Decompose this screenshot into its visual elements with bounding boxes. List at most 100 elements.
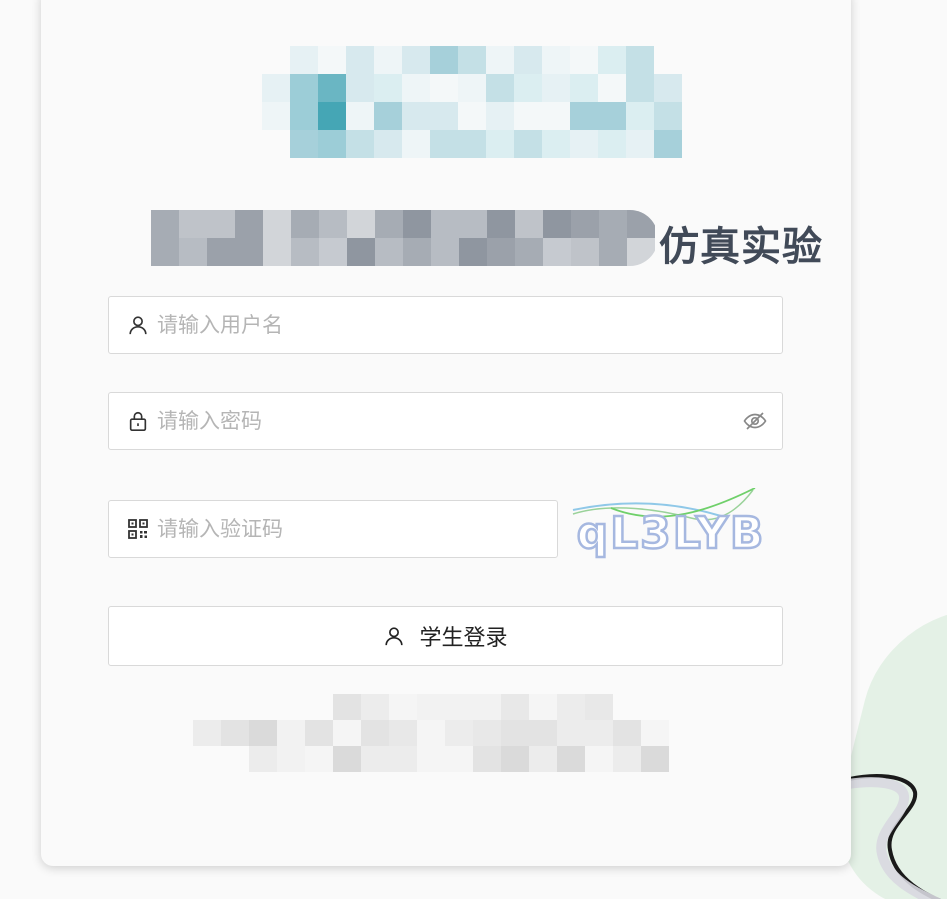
mosaic-cell <box>374 130 402 158</box>
mosaic-cell <box>290 130 318 158</box>
mosaic-cell <box>486 130 514 158</box>
mosaic-cell <box>346 102 374 130</box>
mosaic-cell <box>263 238 291 266</box>
mosaic-cell <box>318 46 346 74</box>
password-field <box>108 392 783 450</box>
mosaic-cell <box>235 210 263 238</box>
mosaic-cell <box>430 130 458 158</box>
captcha-input[interactable] <box>157 501 557 557</box>
captcha-field <box>108 500 558 558</box>
mosaic-cell <box>319 238 347 266</box>
mosaic-cell <box>389 694 417 720</box>
mosaic-cell <box>641 746 669 772</box>
mosaic-cell <box>626 102 654 130</box>
mosaic-cell <box>291 210 319 238</box>
mosaic-cell <box>487 238 515 266</box>
mosaic-cell <box>374 46 402 74</box>
mosaic-cell <box>626 74 654 102</box>
captcha-image[interactable]: qL3LYB <box>571 488 771 568</box>
mosaic-cell <box>221 694 249 720</box>
mosaic-cell <box>654 46 682 74</box>
mosaic-cell <box>333 694 361 720</box>
mosaic-cell <box>529 694 557 720</box>
mosaic-cell <box>501 694 529 720</box>
mosaic-cell <box>585 746 613 772</box>
mosaic-cell <box>262 74 290 102</box>
mosaic-cell <box>305 694 333 720</box>
mosaic-cell <box>613 746 641 772</box>
mosaic-cell <box>333 720 361 746</box>
eye-off-icon[interactable] <box>742 408 768 434</box>
mosaic-cell <box>486 74 514 102</box>
captcha-text: qL3LYB <box>577 508 766 559</box>
mosaic-cell <box>529 746 557 772</box>
user-icon <box>383 624 407 648</box>
mosaic-cell <box>346 46 374 74</box>
mosaic-cell <box>375 238 403 266</box>
mosaic-cell <box>361 720 389 746</box>
mosaic-cell <box>598 130 626 158</box>
mosaic-cell <box>305 720 333 746</box>
mosaic-cell <box>277 694 305 720</box>
mosaic-cell <box>346 74 374 102</box>
mosaic-cell <box>570 102 598 130</box>
mosaic-cell <box>277 746 305 772</box>
mosaic-cell <box>654 130 682 158</box>
mosaic-cell <box>290 74 318 102</box>
mosaic-cell <box>557 694 585 720</box>
mosaic-cell <box>570 74 598 102</box>
password-input[interactable] <box>157 393 742 449</box>
mosaic-cell <box>417 720 445 746</box>
mosaic-cell <box>459 210 487 238</box>
mosaic-cell <box>445 746 473 772</box>
mosaic-cell <box>374 74 402 102</box>
mosaic-cell <box>543 210 571 238</box>
mosaic-cell <box>514 46 542 74</box>
mosaic-cell <box>626 130 654 158</box>
mosaic-cell <box>417 694 445 720</box>
page-title: 仿真实验 <box>123 210 823 270</box>
mosaic-cell <box>403 210 431 238</box>
logo <box>262 46 682 158</box>
mosaic-cell <box>515 238 543 266</box>
mosaic-cell <box>542 130 570 158</box>
mosaic-cell <box>389 746 417 772</box>
username-field <box>108 296 783 354</box>
mosaic-cell <box>262 130 290 158</box>
lock-icon <box>127 410 149 432</box>
mosaic-cell <box>599 238 627 266</box>
mosaic-cell <box>585 694 613 720</box>
mosaic-cell <box>654 102 682 130</box>
mosaic-cell <box>613 694 641 720</box>
mosaic-cell <box>627 238 655 266</box>
mosaic-cell <box>249 720 277 746</box>
qr-code-icon <box>127 518 149 540</box>
mosaic-cell <box>486 46 514 74</box>
mosaic-cell <box>542 46 570 74</box>
mosaic-cell <box>374 102 402 130</box>
mosaic-cell <box>585 720 613 746</box>
mosaic-cell <box>346 130 374 158</box>
mosaic-cell <box>221 746 249 772</box>
mosaic-cell <box>207 238 235 266</box>
mosaic-cell <box>641 694 669 720</box>
mosaic-cell <box>458 74 486 102</box>
student-login-button[interactable]: 学生登录 <box>108 606 783 666</box>
mosaic-cell <box>417 746 445 772</box>
mosaic-cell <box>654 74 682 102</box>
mosaic-cell <box>514 74 542 102</box>
mosaic-cell <box>318 130 346 158</box>
mosaic-cell <box>193 694 221 720</box>
login-page: 仿真实验 请输入用户名 请输入验证码 qL3LYB 学生登录 <box>0 0 947 899</box>
mosaic-cell <box>598 102 626 130</box>
mosaic-cell <box>347 238 375 266</box>
footer-redacted <box>193 694 669 772</box>
mosaic-cell <box>249 694 277 720</box>
login-card: 仿真实验 请输入用户名 请输入验证码 qL3LYB 学生登录 <box>41 0 851 866</box>
mosaic-cell <box>473 720 501 746</box>
mosaic-cell <box>557 746 585 772</box>
mosaic-cell <box>641 720 669 746</box>
username-input[interactable] <box>157 297 782 353</box>
mosaic-cell <box>501 746 529 772</box>
mosaic-cell <box>486 102 514 130</box>
